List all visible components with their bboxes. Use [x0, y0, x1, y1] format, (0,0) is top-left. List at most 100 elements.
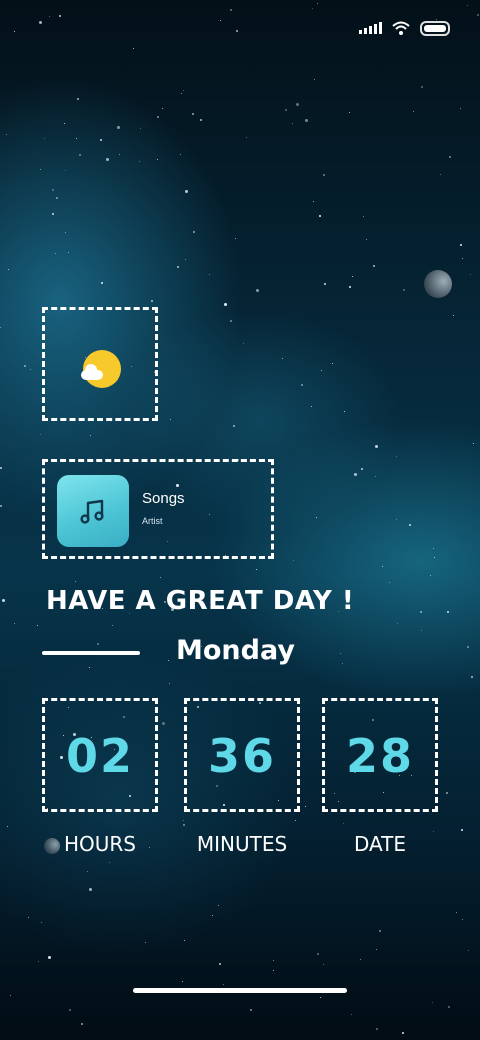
star — [467, 5, 468, 6]
star — [295, 820, 296, 821]
star — [460, 244, 462, 246]
star — [0, 505, 2, 507]
star — [293, 560, 294, 561]
star — [38, 961, 39, 962]
star — [177, 266, 179, 268]
star — [321, 370, 322, 371]
star — [366, 239, 367, 240]
star — [296, 103, 299, 106]
star — [56, 197, 58, 199]
star — [246, 137, 247, 138]
star — [373, 265, 375, 267]
star — [301, 384, 303, 386]
star — [409, 524, 411, 526]
star — [219, 963, 221, 965]
star — [181, 93, 182, 94]
star — [183, 824, 185, 826]
star — [396, 519, 397, 520]
minutes-label: MINUTES — [196, 832, 288, 856]
star — [361, 468, 363, 470]
star — [162, 108, 163, 109]
music-widget[interactable]: Songs Artist — [42, 459, 274, 559]
weather-widget[interactable] — [42, 307, 158, 421]
star — [363, 216, 364, 217]
star — [40, 169, 41, 170]
minutes-box: 36 — [184, 698, 300, 812]
star — [183, 820, 184, 821]
star — [396, 456, 397, 457]
star — [453, 315, 454, 316]
partly-sunny-icon — [81, 348, 121, 388]
home-indicator[interactable] — [133, 988, 347, 993]
star — [185, 259, 186, 260]
star — [323, 964, 324, 965]
star — [446, 792, 448, 794]
star — [39, 21, 42, 24]
star — [65, 232, 66, 233]
star — [49, 16, 50, 17]
star — [183, 90, 184, 91]
star — [8, 269, 9, 270]
date-box: 28 — [322, 698, 438, 812]
star — [375, 476, 376, 477]
star — [349, 286, 351, 288]
star — [462, 258, 463, 259]
star — [10, 995, 11, 996]
star — [256, 569, 257, 570]
hours-label: HOURS — [63, 832, 136, 856]
star — [382, 566, 383, 567]
star — [470, 274, 471, 275]
star — [37, 625, 38, 626]
hours-value: 02 — [65, 729, 134, 783]
star — [349, 112, 350, 113]
divider-line — [42, 651, 140, 655]
star — [420, 611, 422, 613]
star — [6, 134, 7, 135]
star — [180, 154, 181, 155]
star — [170, 419, 171, 420]
star — [379, 930, 381, 932]
star — [351, 1014, 352, 1015]
song-artist: Artist — [142, 516, 163, 526]
album-art[interactable] — [57, 475, 129, 547]
star — [40, 434, 41, 435]
star — [282, 358, 283, 359]
star — [460, 108, 461, 109]
star — [305, 119, 308, 122]
star — [447, 611, 449, 613]
star — [402, 1032, 404, 1034]
star — [430, 575, 431, 576]
star — [389, 582, 390, 583]
star — [109, 862, 110, 863]
status-bar — [359, 18, 450, 38]
signal-icon — [359, 22, 382, 34]
star — [97, 643, 99, 645]
star — [90, 435, 91, 436]
star — [477, 14, 479, 16]
star — [324, 283, 326, 285]
star — [81, 1023, 83, 1025]
star — [76, 138, 77, 139]
star — [440, 174, 441, 175]
star — [421, 630, 422, 631]
star — [184, 940, 185, 941]
star — [169, 683, 170, 684]
star — [101, 282, 103, 284]
star — [220, 20, 221, 21]
star — [413, 111, 414, 112]
star — [352, 276, 353, 277]
star — [64, 123, 65, 124]
music-note-icon — [80, 499, 104, 524]
star — [312, 8, 313, 9]
star — [448, 1006, 450, 1008]
star — [317, 953, 319, 955]
star — [89, 667, 90, 668]
star — [292, 123, 293, 124]
star — [7, 826, 8, 827]
star — [462, 919, 463, 920]
star — [467, 646, 469, 648]
star — [200, 119, 202, 121]
date-label: DATE — [353, 832, 407, 856]
star — [273, 960, 274, 961]
star — [145, 942, 146, 943]
